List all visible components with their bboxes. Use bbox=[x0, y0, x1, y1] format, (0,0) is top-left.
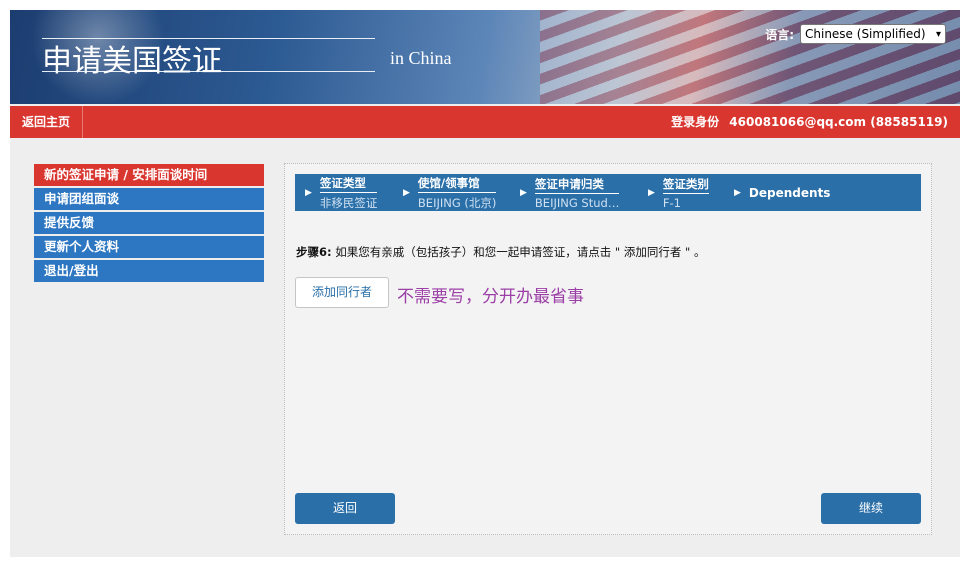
language-select-value: Chinese (Simplified) bbox=[805, 27, 926, 41]
language-selector: 语言: Chinese (Simplified) ▾ bbox=[765, 24, 946, 44]
step-category[interactable]: ▶ 签证申请归类 BEIJING Stud… bbox=[510, 174, 638, 211]
step-visa-type[interactable]: ▶ 签证类型 非移民签证 bbox=[295, 174, 393, 211]
top-nav: 返回主页 登录身份 460081066@qq.com (88585119) bbox=[10, 106, 960, 138]
step-consulate[interactable]: ▶ 使馆/领事馆 BEIJING (北京) bbox=[393, 174, 510, 211]
step-label: 签证类型 bbox=[319, 175, 378, 193]
sidebar-item-update-profile[interactable]: 更新个人资料 bbox=[34, 236, 264, 258]
step-label: 使馆/领事馆 bbox=[417, 175, 497, 193]
sidebar-item-logout[interactable]: 退出/登出 bbox=[34, 260, 264, 282]
back-button[interactable]: 返回 bbox=[295, 493, 395, 524]
login-user: 460081066@qq.com (88585119) bbox=[729, 115, 948, 129]
arrow-right-icon: ▶ bbox=[648, 187, 655, 198]
sidebar-item-feedback[interactable]: 提供反馈 bbox=[34, 212, 264, 234]
arrow-right-icon: ▶ bbox=[734, 187, 741, 198]
site-subtitle: in China bbox=[390, 48, 452, 68]
breadcrumb: ▶ 签证类型 非移民签证 ▶ 使馆/领事馆 BEIJING (北京) ▶ 签证申… bbox=[295, 174, 921, 211]
annotation-note: 不需要写，分开办最省事 bbox=[397, 287, 584, 307]
main-panel: ▶ 签证类型 非移民签证 ▶ 使馆/领事馆 BEIJING (北京) ▶ 签证申… bbox=[284, 163, 932, 535]
instruction-text: 如果您有亲戚（包括孩子）和您一起申请签证，请点击 " 添加同行者 " 。 bbox=[335, 245, 706, 259]
chevron-down-icon: ▾ bbox=[935, 28, 941, 40]
step-instruction: 步骤6: 如果您有亲戚（包括孩子）和您一起申请签证，请点击 " 添加同行者 " … bbox=[296, 244, 705, 260]
step-number: 步骤6: bbox=[296, 245, 332, 259]
arrow-right-icon: ▶ bbox=[305, 187, 312, 198]
step-dependents: ▶ Dependents bbox=[724, 174, 830, 211]
header-banner: 申请美国签证 in China 语言: Chinese (Simplified)… bbox=[10, 10, 960, 104]
arrow-right-icon: ▶ bbox=[403, 187, 410, 198]
step-value: BEIJING (北京) bbox=[417, 195, 497, 210]
arrow-right-icon: ▶ bbox=[520, 187, 527, 198]
step-value: BEIJING Stud… bbox=[534, 195, 620, 210]
step-value: F-1 bbox=[662, 195, 682, 210]
site-title: 申请美国签证 bbox=[42, 44, 222, 79]
sidebar-menu: 新的签证申请 / 安排面谈时间 申请团组面谈 提供反馈 更新个人资料 退出/登出 bbox=[34, 164, 264, 284]
sidebar-item-group-interview[interactable]: 申请团组面谈 bbox=[34, 188, 264, 210]
sidebar-item-new-application[interactable]: 新的签证申请 / 安排面谈时间 bbox=[34, 164, 264, 186]
step-current-label: Dependents bbox=[748, 185, 831, 200]
step-value: 非移民签证 bbox=[319, 195, 378, 210]
step-label: 签证类别 bbox=[662, 176, 709, 194]
login-label: 登录身份 bbox=[671, 115, 720, 129]
continue-button[interactable]: 继续 bbox=[821, 493, 921, 524]
login-info: 登录身份 460081066@qq.com (88585119) bbox=[665, 106, 948, 138]
page-frame: 申请美国签证 in China 语言: Chinese (Simplified)… bbox=[10, 10, 960, 557]
step-label: 签证申请归类 bbox=[534, 176, 620, 194]
language-label: 语言: bbox=[765, 27, 794, 42]
language-select[interactable]: Chinese (Simplified) ▾ bbox=[800, 24, 946, 44]
home-link[interactable]: 返回主页 bbox=[10, 106, 84, 138]
step-visa-class[interactable]: ▶ 签证类别 F-1 bbox=[638, 174, 724, 211]
add-companion-button[interactable]: 添加同行者 bbox=[295, 277, 389, 308]
